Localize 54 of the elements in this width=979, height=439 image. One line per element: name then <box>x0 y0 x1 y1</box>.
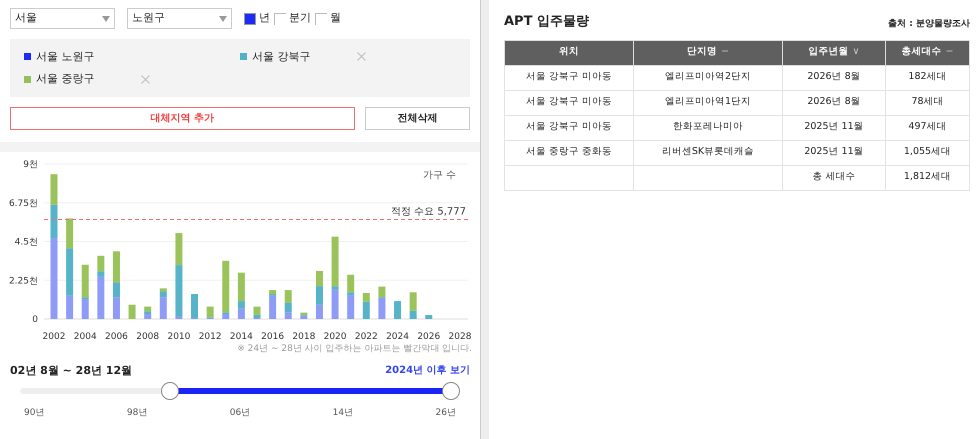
checkbox-label: 분기 <box>289 10 311 26</box>
x-tick-label: 2006 <box>105 332 128 342</box>
table-cell: 78세대 <box>886 90 970 115</box>
table-cell: 서울 강북구 미아동 <box>504 90 634 115</box>
checkbox-label: 월 <box>330 10 341 26</box>
y-tick-label: 6.75천 <box>8 198 38 209</box>
slider-tick-label: 98년 <box>126 407 148 420</box>
x-tick-label: 2024 <box>386 332 409 342</box>
table-cell: 2026년 8월 <box>782 90 886 115</box>
region-label: 서울 노원구 <box>36 48 96 64</box>
x-tick-label: 2004 <box>74 332 97 342</box>
y-tick-label: 4.5천 <box>14 238 38 248</box>
table-cell: 리버센SK뷰롯데캐슬 <box>634 140 782 165</box>
table-cell: 서울 중랑구 중화동 <box>504 140 634 165</box>
y-tick-label: 9천 <box>23 160 38 170</box>
y-tick-label: 0 <box>32 315 38 325</box>
slider-tick-label: 06년 <box>230 407 250 420</box>
region-label: 서울 강북구 <box>252 48 312 64</box>
table-cell: 한화포레나미아 <box>634 115 782 140</box>
range-label: 02년 8월 ~ 28년 12월 <box>10 362 132 378</box>
table-cell: 1,812세대 <box>886 165 970 190</box>
table-cell: 2025년 11월 <box>782 115 886 140</box>
slider-tick-label: 14년 <box>332 407 354 420</box>
slider-tick-label: 90년 <box>24 407 44 420</box>
x-tick-label: 2002 <box>42 332 66 342</box>
x-tick-label: 2028 <box>448 332 472 342</box>
table-cell: 엘리프미아역1단지 <box>634 90 782 115</box>
table-cell: 총 세대수 <box>782 165 886 190</box>
axis-label: 가구 수 <box>422 170 456 181</box>
y-tick-label: 2.25천 <box>8 276 38 286</box>
x-tick-label: 2010 <box>167 332 190 342</box>
table-cell: 1,055세대 <box>886 140 970 165</box>
table-cell: 서울 강북구 미아동 <box>504 115 634 140</box>
region-label: 서울 중랑구 <box>36 71 96 87</box>
table-cell: 서울 강북구 미아동 <box>504 65 634 90</box>
source-label: 출처 : 분양물량조사 <box>888 18 970 31</box>
x-tick-label: 2016 <box>261 332 284 342</box>
table-cell: 497세대 <box>886 115 970 140</box>
checkbox-label: 년 <box>259 10 270 26</box>
table-cell: 엘리프미아역2단지 <box>634 65 782 90</box>
table-cell: 182세대 <box>886 65 970 90</box>
panel-title: APT 입주물량 <box>504 13 589 31</box>
chart-note: ※ 24년 ~ 28년 사이 입주하는 아파트는 빨간막대 입니다. <box>236 343 473 356</box>
target-label: 적정 수요 5,777 <box>391 206 466 218</box>
x-tick-label: 2020 <box>324 332 347 342</box>
x-tick-label: 2012 <box>198 332 222 342</box>
x-tick-label: 2022 <box>354 332 378 342</box>
x-tick-label: 2008 <box>136 332 160 342</box>
table-cell: 2026년 8월 <box>782 65 886 90</box>
table-cell: 2025년 11월 <box>782 140 886 165</box>
x-tick-label: 2014 <box>230 332 253 342</box>
slider-tick-label: 26년 <box>436 407 456 420</box>
x-tick-label: 2026 <box>417 332 440 342</box>
x-tick-label: 2018 <box>292 332 316 342</box>
